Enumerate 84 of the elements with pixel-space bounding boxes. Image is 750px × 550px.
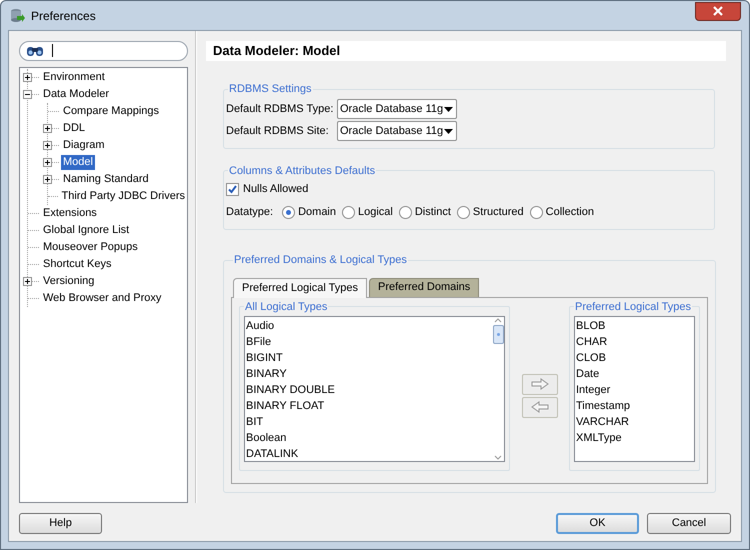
window-title: Preferences: [31, 8, 96, 24]
close-button[interactable]: [695, 2, 741, 20]
dropdown-value: Oracle Database 11g: [340, 124, 444, 139]
expand-icon[interactable]: [23, 276, 32, 286]
radio-button[interactable]: [530, 206, 543, 218]
checkbox-label: Nulls Allowed: [243, 182, 308, 197]
dialog-button[interactable]: Cancel: [647, 512, 731, 534]
list-item[interactable]: DATALINK: [245, 446, 492, 462]
close-icon: [712, 6, 724, 16]
radio-label: Distinct: [414, 204, 451, 220]
tree-item[interactable]: Versioning: [41, 274, 96, 289]
tab[interactable]: Preferred Domains: [368, 278, 480, 296]
tree-item[interactable]: Diagram: [61, 138, 107, 153]
dropdown[interactable]: Oracle Database 11g: [337, 99, 457, 119]
arrow-left-icon: [530, 401, 548, 413]
list-item[interactable]: Date: [575, 366, 694, 382]
checkbox[interactable]: [226, 182, 239, 196]
radio-button[interactable]: [282, 206, 296, 218]
dialog-button[interactable]: OK: [556, 512, 639, 534]
tree-item[interactable]: Shortcut Keys: [41, 256, 114, 272]
caret-icon: [444, 106, 453, 112]
tree-item[interactable]: Mouseover Popups: [41, 240, 140, 255]
list-item[interactable]: CHAR: [575, 334, 694, 350]
group-label: Preferred Domains & Logical Types: [233, 253, 408, 268]
tree-item[interactable]: Compare Mappings: [61, 104, 161, 119]
field-label: Default RDBMS Site:: [226, 124, 330, 139]
tree-item[interactable]: Extensions: [41, 206, 99, 221]
dropdown[interactable]: Oracle Database 11g: [337, 121, 457, 141]
expand-icon[interactable]: [23, 72, 32, 82]
radio-label: Structured: [472, 204, 524, 220]
list-item[interactable]: Boolean: [245, 430, 492, 446]
tree-item[interactable]: Naming Standard: [61, 172, 151, 187]
list-item[interactable]: BINARY DOUBLE: [245, 382, 492, 398]
list-item[interactable]: BLOB: [575, 318, 694, 334]
field-label: Datatype:: [226, 204, 274, 220]
scrollbar-thumb[interactable]: [492, 325, 504, 344]
list-item[interactable]: BINARY: [245, 366, 492, 382]
search-field[interactable]: [19, 41, 188, 61]
group-label: Preferred Logical Types: [574, 300, 692, 314]
expand-icon[interactable]: [43, 124, 52, 133]
collapse-icon[interactable]: [23, 90, 32, 99]
radio-label: Collection: [546, 204, 594, 220]
page-header: Data Modeler: Model: [206, 41, 726, 61]
radio-button[interactable]: [342, 206, 355, 218]
list-item[interactable]: Timestamp: [575, 398, 694, 414]
tree-item[interactable]: Third Party JDBC Drivers: [60, 188, 187, 204]
group-label: All Logical Types: [244, 300, 328, 314]
caret-icon: [444, 128, 453, 134]
list-item[interactable]: BFile: [245, 334, 492, 350]
binoculars-icon: [26, 44, 44, 57]
tab[interactable]: Preferred Logical Types: [233, 278, 367, 298]
group-label: RDBMS Settings: [228, 82, 313, 97]
radio-button[interactable]: [456, 206, 470, 218]
expand-icon[interactable]: [43, 140, 52, 150]
move-right-button[interactable]: [522, 374, 558, 394]
tree-item[interactable]: Global Ignore List: [41, 222, 132, 238]
list-item[interactable]: Integer: [575, 382, 694, 398]
expand-icon[interactable]: [43, 174, 52, 184]
tree-item[interactable]: Environment: [41, 70, 107, 85]
radio-button[interactable]: [398, 206, 412, 218]
dropdown-value: Oracle Database 11g: [340, 102, 444, 117]
tree-item[interactable]: Web Browser and Proxy: [41, 290, 164, 306]
list-item[interactable]: XMLType: [575, 430, 694, 446]
scroll-down-icon[interactable]: [494, 455, 502, 461]
arrow-right-icon: [530, 378, 548, 390]
tree-item[interactable]: DDL: [61, 120, 88, 136]
tree-item[interactable]: Data Modeler: [41, 86, 112, 102]
radio-label: Logical: [358, 204, 393, 220]
move-left-button[interactable]: [522, 396, 558, 418]
scroll-up-icon[interactable]: [494, 317, 502, 323]
list-item[interactable]: CLOB: [575, 350, 694, 366]
dialog-button[interactable]: Help: [19, 512, 102, 534]
list-item[interactable]: VARCHAR: [575, 414, 694, 430]
expand-icon[interactable]: [43, 158, 52, 167]
app-icon: [9, 8, 25, 24]
list-item[interactable]: Audio: [245, 318, 492, 334]
radio-label: Domain: [298, 204, 336, 220]
tree-item[interactable]: Model: [61, 154, 95, 170]
list-item[interactable]: BINARY FLOAT: [245, 398, 492, 414]
list-item[interactable]: BIGINT: [245, 350, 492, 366]
group-label: Columns & Attributes Defaults: [228, 164, 376, 178]
list-item[interactable]: BIT: [245, 414, 492, 430]
scrollbar[interactable]: [492, 317, 504, 461]
field-label: Default RDBMS Type:: [226, 102, 334, 117]
